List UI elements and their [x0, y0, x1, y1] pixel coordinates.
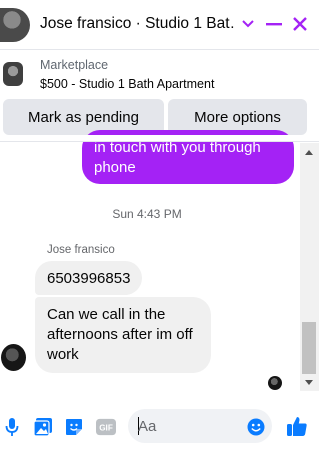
gif-icon[interactable]: GIF — [96, 417, 116, 437]
emoji-icon[interactable] — [246, 417, 266, 437]
divider — [0, 141, 319, 142]
scroll-down-arrow[interactable] — [305, 380, 313, 385]
microphone-icon[interactable] — [2, 417, 22, 437]
svg-text:GIF: GIF — [99, 424, 113, 433]
marketplace-label: Marketplace — [40, 58, 109, 72]
incoming-message: Can we call in the afternoons after im o… — [35, 297, 211, 373]
photo-icon[interactable] — [33, 417, 53, 437]
seen-receipt-avatar — [268, 376, 282, 390]
chevron-down-icon[interactable] — [236, 12, 260, 36]
minimize-icon[interactable] — [262, 12, 286, 36]
marketplace-listing[interactable]: Marketplace $500 - Studio 1 Bath Apartme… — [0, 52, 319, 98]
listing-thumbnail — [3, 62, 23, 86]
listing-title: $500 - Studio 1 Bath Apartment — [40, 77, 215, 91]
outgoing-message-line: phone — [94, 159, 136, 176]
scroll-up-arrow[interactable] — [305, 150, 313, 155]
sender-avatar[interactable] — [1, 344, 26, 371]
message-timestamp: Sun 4:43 PM — [112, 207, 182, 221]
contact-avatar[interactable] — [0, 8, 30, 42]
like-icon[interactable] — [286, 415, 308, 437]
sticker-icon[interactable] — [64, 417, 84, 437]
chat-header: Jose fransico · Studio 1 Bat… — [0, 0, 319, 50]
message-input-placeholder: Aa — [138, 418, 157, 435]
scrollbar-thumb[interactable] — [302, 322, 316, 374]
close-icon[interactable] — [288, 12, 312, 36]
chat-title[interactable]: Jose fransico · Studio 1 Bat… — [40, 15, 236, 33]
incoming-message: 6503996853 — [35, 261, 143, 295]
sender-name: Jose fransico — [47, 244, 115, 256]
